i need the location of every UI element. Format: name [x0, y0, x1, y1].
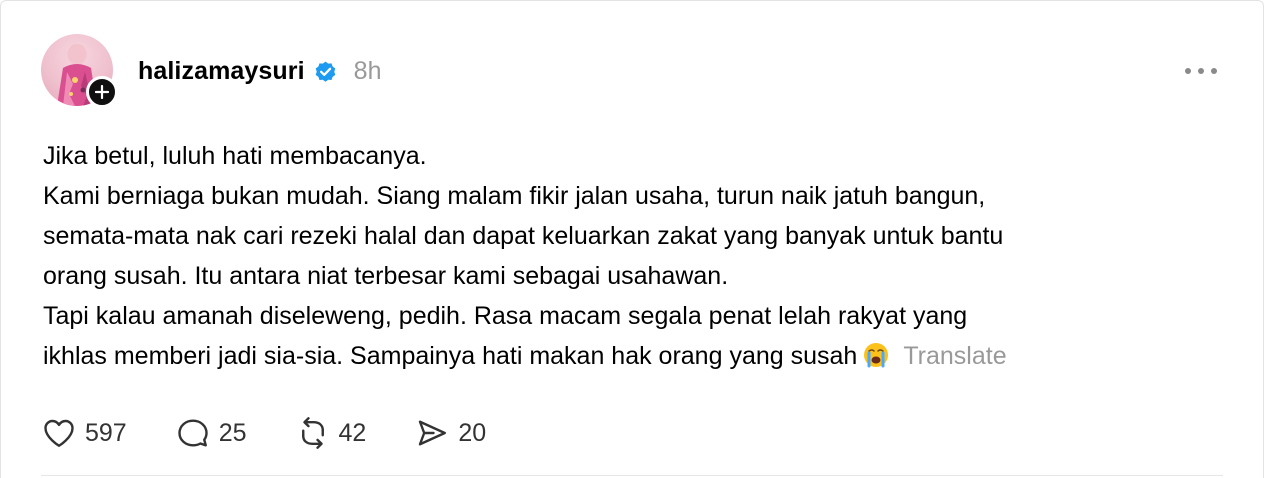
post-text-line: orang susah. Itu antara niat terbesar ka… — [43, 262, 729, 290]
post-time[interactable]: 8h — [354, 57, 382, 86]
translate-link[interactable]: Translate — [903, 342, 1006, 370]
like-count: 597 — [85, 418, 127, 447]
loudly-crying-face-icon — [863, 340, 889, 368]
avatar-container[interactable] — [41, 34, 118, 108]
follow-button[interactable] — [86, 76, 118, 108]
more-options-button[interactable] — [1181, 57, 1221, 85]
action-bar: 597 25 42 20 — [41, 411, 534, 455]
like-button[interactable]: 597 — [41, 415, 127, 451]
repost-button[interactable]: 42 — [295, 415, 367, 451]
post-body: Jika betul, luluh hati membacanya. Kami … — [43, 136, 1238, 376]
repost-count: 42 — [338, 418, 367, 447]
divider — [41, 475, 1223, 476]
reply-count: 25 — [218, 418, 247, 447]
post-text-last-line: ikhlas memberi jadi sia-sia. Sampainya h… — [43, 336, 1238, 376]
ellipsis-icon — [1185, 68, 1217, 74]
repost-icon — [301, 417, 324, 449]
post-text-line: ikhlas memberi jadi sia-sia. Sampainya h… — [43, 342, 858, 370]
post-header: halizamaysuri 8h — [138, 51, 381, 91]
post-text-line: Tapi kalau amanah diseleweng, pedih. Ras… — [43, 302, 968, 330]
share-button[interactable]: 20 — [414, 415, 486, 451]
share-count: 20 — [458, 418, 487, 447]
comment-icon — [178, 419, 208, 447]
verified-badge-icon — [313, 59, 338, 84]
reply-button[interactable]: 25 — [175, 415, 247, 451]
username[interactable]: halizamaysuri — [138, 57, 305, 86]
post-text-line: Jika betul, luluh hati membacanya. — [43, 142, 427, 170]
send-icon — [419, 420, 447, 446]
post-text-line: semata-mata nak cari rezeki halal dan da… — [43, 222, 1004, 250]
heart-icon — [44, 419, 74, 447]
post-card: halizamaysuri 8h Jika betul, luluh hati … — [0, 0, 1264, 478]
plus-icon — [95, 85, 109, 99]
post-text-line: Kami berniaga bukan mudah. Siang malam f… — [43, 182, 986, 210]
